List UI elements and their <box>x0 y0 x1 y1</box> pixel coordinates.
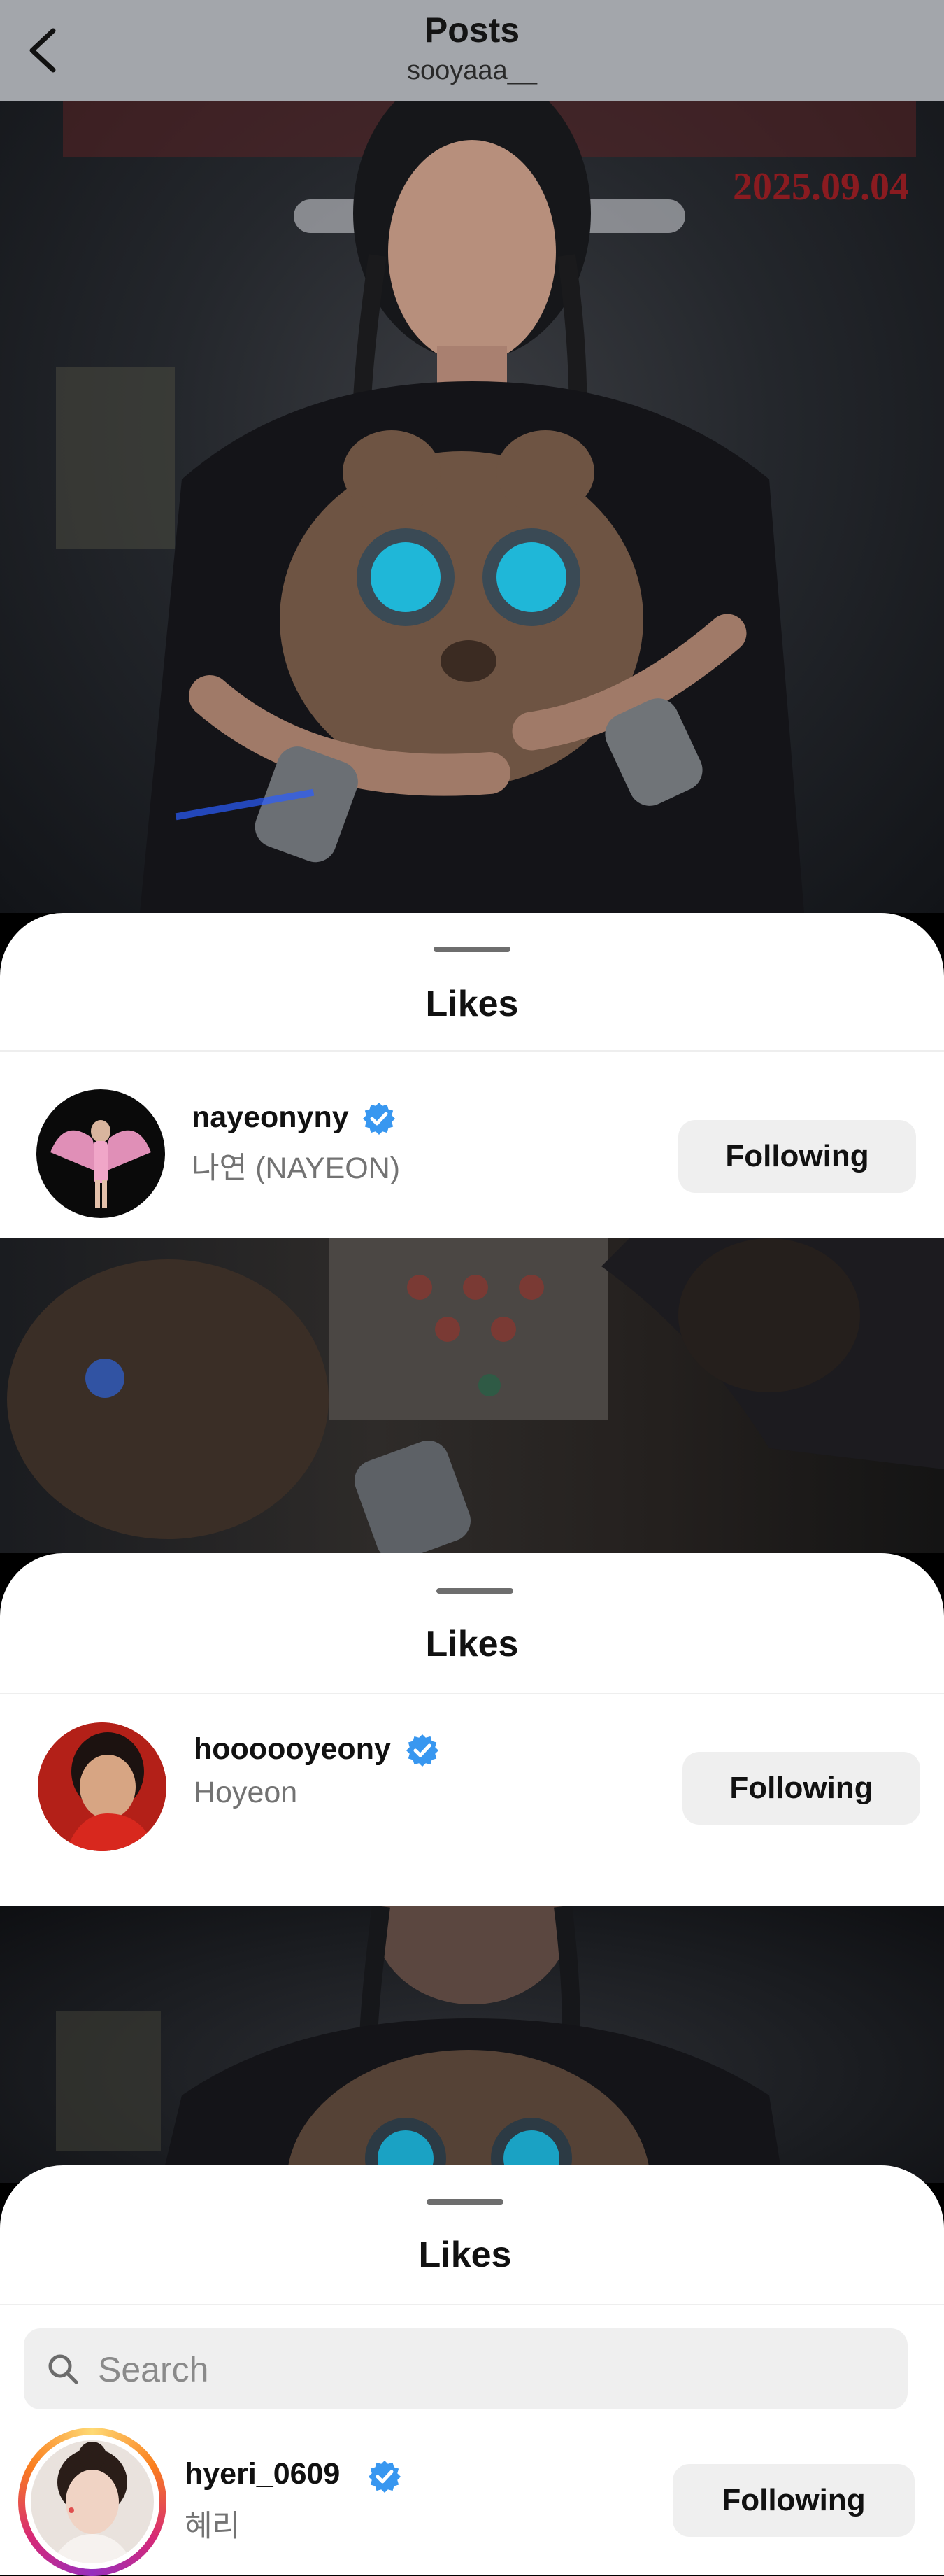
search-bar[interactable] <box>24 2328 908 2411</box>
sheet-title: Likes <box>418 2235 512 2275</box>
top-nav-bar: Posts sooyaaa__ <box>0 0 944 101</box>
verified-badge-icon <box>368 2460 401 2493</box>
following-button[interactable]: Following <box>673 2464 915 2537</box>
sheet-title: Likes <box>425 1624 519 1664</box>
post-date-overlay: 2025.09.04 <box>733 165 909 208</box>
avatar-image <box>50 1120 151 1208</box>
avatar-image <box>52 2442 133 2563</box>
post-photo[interactable]: 2025.09.04 <box>0 101 944 913</box>
username[interactable]: hoooooyeony <box>194 1732 391 1767</box>
user-row[interactable]: nayeonyny 나연 (NAYEON) Following <box>0 1053 944 1235</box>
username[interactable]: nayeonyny <box>192 1101 349 1135</box>
username[interactable]: hyeri_0609 <box>185 2457 340 2491</box>
full-name: 나연 (NAYEON) <box>192 1152 401 1185</box>
sheet-handle[interactable] <box>436 1588 513 1594</box>
search-icon <box>48 2354 78 2384</box>
story-ring[interactable] <box>18 2428 166 2576</box>
likes-sheet: Likes nayeonyny 나연 (NAYEON) Following <box>0 913 944 1242</box>
verified-badge-icon <box>406 1734 439 1767</box>
sheet-title: Likes <box>425 984 519 1024</box>
following-button[interactable]: Following <box>682 1752 920 1825</box>
following-button[interactable]: Following <box>678 1120 916 1193</box>
user-row[interactable]: hyeri_0609 혜리 Following <box>0 2421 944 2576</box>
post-photo[interactable] <box>0 1906 944 2183</box>
avatar[interactable] <box>36 1089 165 1218</box>
avatar <box>25 2435 159 2569</box>
full-name: 혜리 <box>185 2510 241 2543</box>
verified-badge-icon <box>362 1102 396 1135</box>
avatar-image <box>38 1722 166 1851</box>
likes-sheet: Likes hoooooyeony Hoyeon Following <box>0 1553 944 1910</box>
sheet-handle[interactable] <box>427 2199 503 2205</box>
avatar[interactable] <box>38 1722 166 1851</box>
search-input[interactable] <box>96 2328 882 2411</box>
user-row[interactable]: hoooooyeony Hoyeon Following <box>0 1696 944 1906</box>
divider <box>0 1050 944 1052</box>
divider <box>0 2304 944 2305</box>
page-subtitle[interactable]: sooyaaa__ <box>0 56 944 86</box>
divider <box>0 1693 944 1694</box>
post-photo[interactable] <box>0 1238 944 1553</box>
post-image <box>56 1906 783 2183</box>
post-image: 2025.09.04 <box>56 101 916 913</box>
page-title: Posts <box>424 10 520 50</box>
full-name: Hoyeon <box>194 1776 298 1809</box>
post-image <box>7 1238 944 1553</box>
sheet-handle[interactable] <box>434 947 510 952</box>
